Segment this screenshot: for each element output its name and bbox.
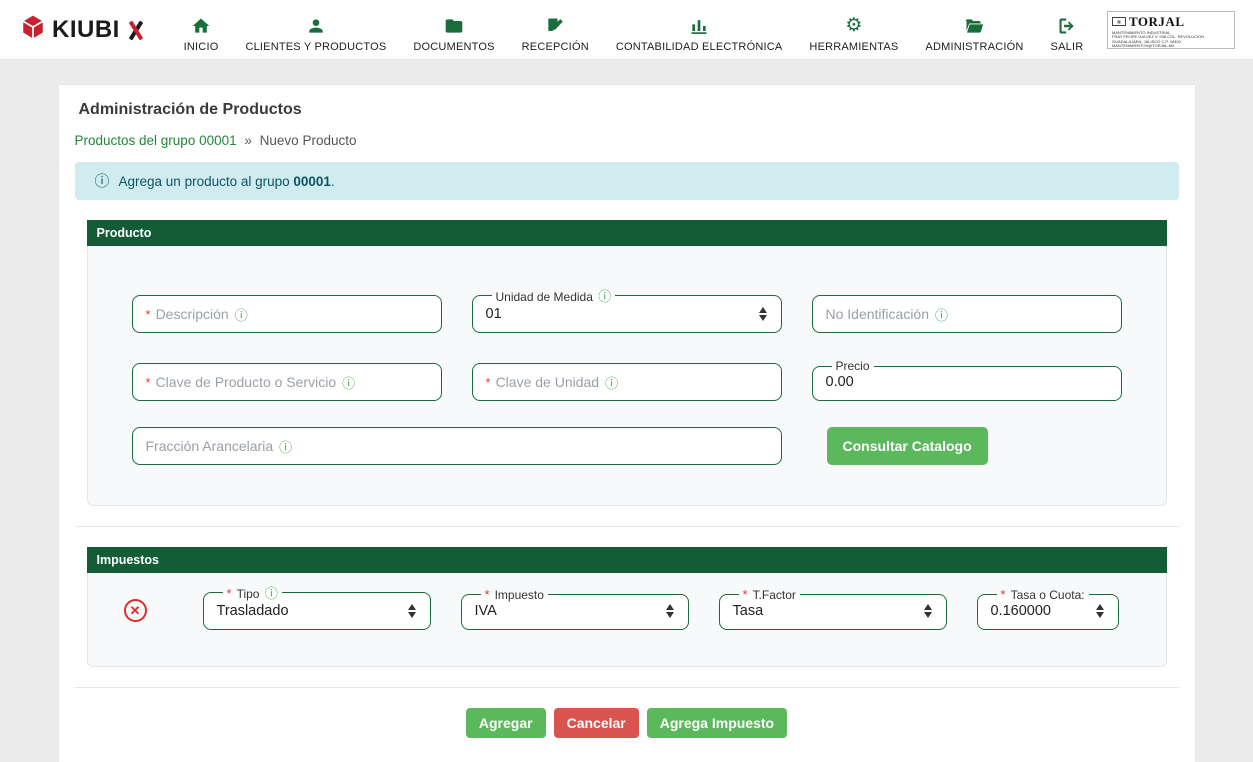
precio-label: Precio xyxy=(832,359,874,373)
impuestos-panel-header: Impuestos xyxy=(87,547,1167,573)
agrega-impuesto-button[interactable]: Agrega Impuesto xyxy=(647,708,787,738)
tax-row: *Tipo ⓘ Trasladado *Impuesto IVA *T.Fact… xyxy=(203,583,1119,630)
tasa-cuota-select[interactable]: *Tasa o Cuota: 0.160000 xyxy=(977,587,1119,630)
unidad-medida-value: 01 xyxy=(486,305,768,323)
tipo-label: *Tipo ⓘ xyxy=(223,583,282,602)
select-arrows-icon xyxy=(1096,604,1105,618)
tfactor-label: *T.Factor xyxy=(739,587,800,602)
exit-icon xyxy=(1057,16,1077,36)
tasa-cuota-value: 0.160000 xyxy=(991,602,1105,620)
nav-item-clientes-y-productos[interactable]: CLIENTES Y PRODUCTOS xyxy=(245,16,386,53)
nav-item-contabilidad-electronica[interactable]: CONTABILIDAD ELECTRÓNICA xyxy=(616,16,783,53)
brand-name: KIUBI xyxy=(52,16,120,44)
nav-item-herramientas[interactable]: ⚙ HERRAMIENTAS xyxy=(809,16,898,53)
unidad-medida-info-icon[interactable]: ⓘ xyxy=(598,289,611,304)
precio-value: 0.00 xyxy=(826,373,1108,391)
breadcrumb: Productos del grupo 00001 » Nuevo Produc… xyxy=(59,119,1195,160)
producto-panel: Producto * Descripción ⓘ Unidad de Medid… xyxy=(87,220,1167,506)
page-title: Administración de Productos xyxy=(59,85,1195,119)
nav-item-administracion[interactable]: ADMINISTRACIÓN xyxy=(925,16,1023,53)
delete-tax-row-icon[interactable]: ✕ xyxy=(124,599,147,622)
fraccion-arancelaria-input[interactable]: Fracción Arancelaria ⓘ xyxy=(132,427,782,465)
torjal-partner-logo: ▦ TORJAL MANTENIMIENTO INDUSTRIAL FRAY F… xyxy=(1107,11,1235,49)
unidad-medida-label: Unidad de Medida ⓘ xyxy=(492,286,616,305)
tipo-value: Trasladado xyxy=(217,602,417,620)
person-icon xyxy=(306,16,326,36)
main-nav: INICIO CLIENTES Y PRODUCTOS DOCUMENTOS R… xyxy=(170,7,1097,53)
kiubix-logo[interactable]: KIUBI xyxy=(20,13,170,46)
clave-producto-input[interactable]: * Clave de Producto o Servicio ⓘ xyxy=(132,363,442,401)
info-alert: ⓘ Agrega un producto al grupo 00001. xyxy=(75,162,1179,200)
home-icon xyxy=(191,16,211,36)
tasa-cuota-label: *Tasa o Cuota: xyxy=(997,587,1089,602)
unidad-medida-select[interactable]: Unidad de Medida ⓘ 01 xyxy=(472,286,782,333)
tfactor-select[interactable]: *T.Factor Tasa xyxy=(719,587,947,630)
breadcrumb-group-link[interactable]: Productos del grupo 00001 xyxy=(75,133,237,148)
impuesto-value: IVA xyxy=(475,602,675,620)
nav-item-documentos[interactable]: DOCUMENTOS xyxy=(413,16,494,53)
consultar-catalogo-button[interactable]: Consultar Catalogo xyxy=(827,427,988,465)
select-arrows-icon xyxy=(924,604,933,618)
section-divider xyxy=(75,687,1179,688)
torjal-mark-icon: ▦ xyxy=(1112,17,1126,26)
gears-icon: ⚙ xyxy=(845,16,862,36)
folder-icon xyxy=(444,16,464,36)
section-divider xyxy=(75,526,1179,527)
top-navigation-bar: KIUBI INICIO CLIENTES Y PRODUCTOS DOCUME… xyxy=(0,0,1253,60)
info-icon: ⓘ xyxy=(95,174,110,189)
clave-producto-info-icon[interactable]: ⓘ xyxy=(342,373,355,392)
select-arrows-icon xyxy=(408,604,417,618)
nav-item-inicio[interactable]: INICIO xyxy=(184,16,219,53)
breadcrumb-separator: » xyxy=(244,133,252,148)
no-identificacion-input[interactable]: No Identificación ⓘ xyxy=(812,295,1122,333)
folder-open-icon xyxy=(964,16,984,36)
producto-panel-header: Producto xyxy=(87,220,1167,246)
nav-item-salir[interactable]: SALIR xyxy=(1051,16,1084,53)
fraccion-arancelaria-info-icon[interactable]: ⓘ xyxy=(279,437,292,456)
agregar-button[interactable]: Agregar xyxy=(466,708,546,738)
nav-item-recepcion[interactable]: RECEPCIÓN xyxy=(522,16,589,53)
tipo-info-icon[interactable]: ⓘ xyxy=(265,586,278,601)
impuesto-label: *Impuesto xyxy=(481,587,548,602)
select-arrows-icon xyxy=(666,604,675,618)
impuesto-select[interactable]: *Impuesto IVA xyxy=(461,587,689,630)
descripcion-info-icon[interactable]: ⓘ xyxy=(235,305,248,324)
precio-input[interactable]: Precio 0.00 xyxy=(812,359,1122,401)
content-card: Administración de Productos Productos de… xyxy=(59,85,1195,762)
bar-chart-icon xyxy=(689,16,709,36)
select-arrows-icon xyxy=(759,307,768,321)
form-actions: Agregar Cancelar Agrega Impuesto xyxy=(59,708,1195,738)
tfactor-value: Tasa xyxy=(733,602,933,620)
kiubix-cube-icon xyxy=(20,13,46,46)
cancelar-button[interactable]: Cancelar xyxy=(554,708,639,738)
brand-x-mark xyxy=(127,20,144,40)
no-identificacion-info-icon[interactable]: ⓘ xyxy=(935,305,948,324)
impuestos-panel: Impuestos ✕ *Tipo ⓘ Trasladado *Impuesto… xyxy=(87,547,1167,667)
document-edit-icon xyxy=(545,16,565,36)
torjal-name: TORJAL xyxy=(1129,14,1185,30)
clave-unidad-info-icon[interactable]: ⓘ xyxy=(605,373,618,392)
clave-unidad-input[interactable]: * Clave de Unidad ⓘ xyxy=(472,363,782,401)
tipo-select[interactable]: *Tipo ⓘ Trasladado xyxy=(203,583,431,630)
alert-text: Agrega un producto al grupo 00001. xyxy=(119,174,335,189)
breadcrumb-current: Nuevo Producto xyxy=(260,133,357,148)
descripcion-input[interactable]: * Descripción ⓘ xyxy=(132,295,442,333)
torjal-address: MANTENIMIENTO INDUSTRIAL FRAY FELIPE GAL… xyxy=(1112,31,1230,49)
